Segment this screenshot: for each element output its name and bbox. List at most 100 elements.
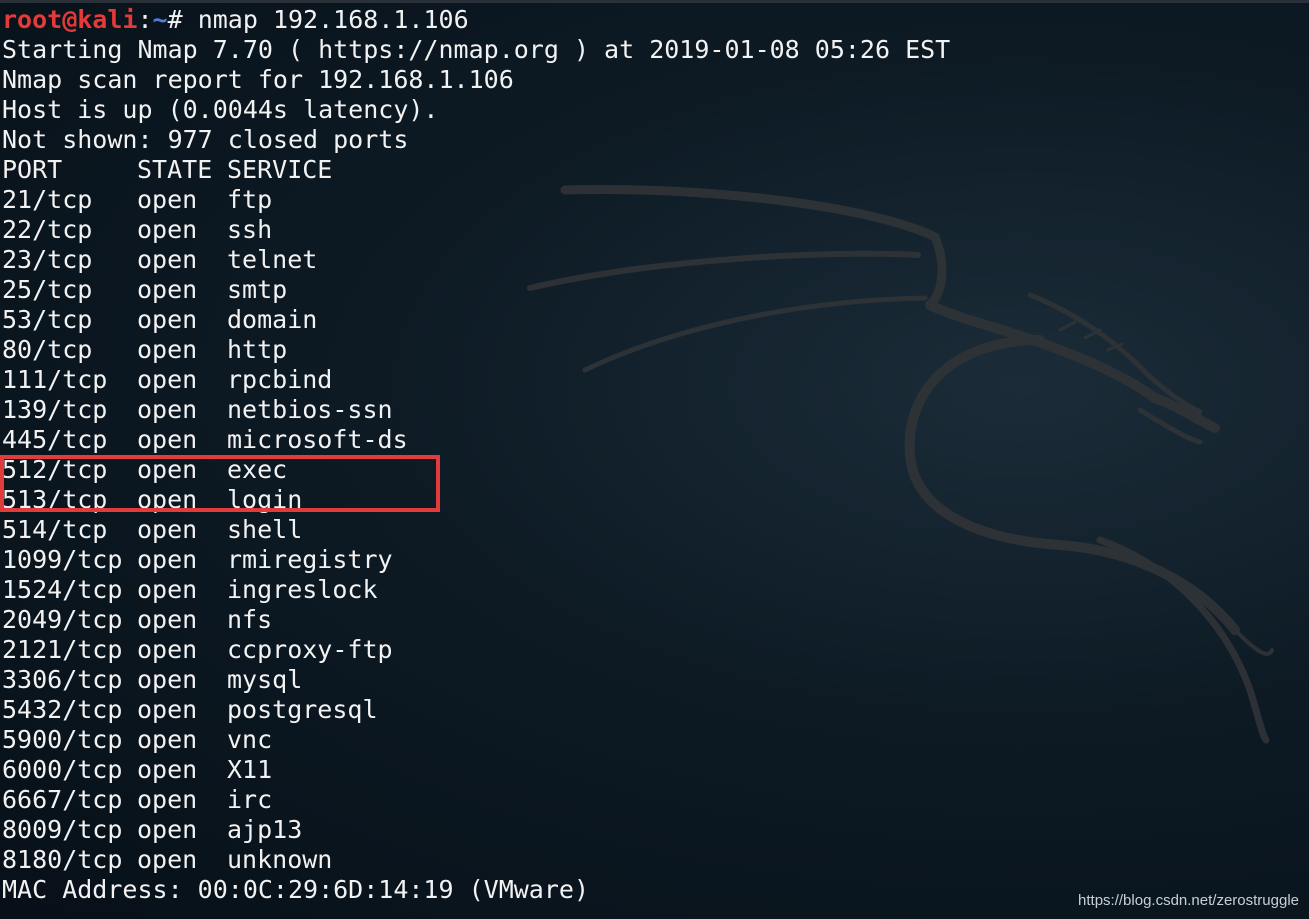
port-state: open <box>137 695 198 724</box>
port-table: 21/tcp open ftp 22/tcp open ssh 23/tcp open teln… <box>2 185 1302 875</box>
port-number: 23/tcp <box>2 245 93 274</box>
output-line-not-shown: Not shown: 977 closed ports <box>2 125 409 154</box>
port-row: 25/tcp open smtp <box>2 275 1302 305</box>
port-service: http <box>227 335 288 364</box>
prompt-path: ~ <box>152 5 168 34</box>
port-state: open <box>137 635 198 664</box>
port-number: 1524/tcp <box>2 575 123 604</box>
port-state: open <box>137 425 198 454</box>
prompt-separator: : <box>137 5 153 34</box>
terminal-window[interactable]: root@kali:~# nmap 192.168.1.106 Starting… <box>0 0 1309 919</box>
watermark-text: https://blog.csdn.net/zerostruggle <box>1078 892 1299 909</box>
port-service: exec <box>227 455 288 484</box>
port-number: 53/tcp <box>2 305 93 334</box>
port-number: 2121/tcp <box>2 635 123 664</box>
port-service: ssh <box>227 215 273 244</box>
port-service: smtp <box>227 275 288 304</box>
port-service: microsoft-ds <box>227 425 408 454</box>
command-line: root@kali:~# nmap 192.168.1.106 <box>2 5 1302 35</box>
port-state: open <box>137 305 198 334</box>
port-number: 6667/tcp <box>2 785 123 814</box>
port-row: 8009/tcp open ajp13 <box>2 815 1302 845</box>
port-number: 3306/tcp <box>2 665 123 694</box>
port-state: open <box>137 245 198 274</box>
header-port: PORT <box>2 155 63 184</box>
port-state: open <box>137 545 198 574</box>
port-service: rmiregistry <box>227 545 393 574</box>
port-state: open <box>137 515 198 544</box>
command-text: nmap 192.168.1.106 <box>197 5 469 34</box>
port-service: login <box>227 485 303 514</box>
port-number: 2049/tcp <box>2 605 123 634</box>
prompt-user-host: root@kali <box>2 5 138 34</box>
port-number: 111/tcp <box>2 365 108 394</box>
output-line-starting: Starting Nmap 7.70 ( https://nmap.org ) … <box>2 35 951 64</box>
prompt-symbol: # <box>167 5 198 34</box>
port-state: open <box>137 395 198 424</box>
port-state: open <box>137 725 198 754</box>
port-number: 80/tcp <box>2 335 93 364</box>
port-state: open <box>137 185 198 214</box>
port-service: vnc <box>227 725 273 754</box>
port-row: 23/tcp open telnet <box>2 245 1302 275</box>
port-service: netbios-ssn <box>227 395 393 424</box>
port-state: open <box>137 665 198 694</box>
port-state: open <box>137 485 198 514</box>
output-line-scan-report: Nmap scan report for 192.168.1.106 <box>2 65 514 94</box>
port-row: 445/tcp open microsoft-ds <box>2 425 1302 455</box>
port-state: open <box>137 365 198 394</box>
port-number: 1099/tcp <box>2 545 123 574</box>
port-row: 8180/tcp open unknown <box>2 845 1302 875</box>
port-state: open <box>137 815 198 844</box>
port-row: 1099/tcp open rmiregistry <box>2 545 1302 575</box>
port-state: open <box>137 335 198 364</box>
port-row: 5900/tcp open vnc <box>2 725 1302 755</box>
port-row: 80/tcp open http <box>2 335 1302 365</box>
port-number: 21/tcp <box>2 185 93 214</box>
port-state: open <box>137 755 198 784</box>
port-service: ingreslock <box>227 575 378 604</box>
port-number: 513/tcp <box>2 485 108 514</box>
port-service: unknown <box>227 845 333 874</box>
port-state: open <box>137 275 198 304</box>
port-number: 22/tcp <box>2 215 93 244</box>
port-number: 6000/tcp <box>2 755 123 784</box>
port-row: 53/tcp open domain <box>2 305 1302 335</box>
port-service: ccproxy-ftp <box>227 635 393 664</box>
port-service: shell <box>227 515 303 544</box>
port-service: ftp <box>227 185 273 214</box>
port-state: open <box>137 455 198 484</box>
port-state: open <box>137 845 198 874</box>
port-row: 139/tcp open netbios-ssn <box>2 395 1302 425</box>
port-row: 1524/tcp open ingreslock <box>2 575 1302 605</box>
port-number: 8009/tcp <box>2 815 123 844</box>
port-service: mysql <box>227 665 303 694</box>
port-number: 8180/tcp <box>2 845 123 874</box>
port-row: 513/tcp open login <box>2 485 1302 515</box>
port-row: 6000/tcp open X11 <box>2 755 1302 785</box>
port-service: postgresql <box>227 695 378 724</box>
port-number: 445/tcp <box>2 425 108 454</box>
port-row: 2121/tcp open ccproxy-ftp <box>2 635 1302 665</box>
port-number: 139/tcp <box>2 395 108 424</box>
port-service: domain <box>227 305 318 334</box>
output-line-host-up: Host is up (0.0044s latency). <box>2 95 439 124</box>
port-row: 514/tcp open shell <box>2 515 1302 545</box>
port-service: rpcbind <box>227 365 333 394</box>
port-number: 514/tcp <box>2 515 108 544</box>
port-service: nfs <box>227 605 273 634</box>
port-row: 2049/tcp open nfs <box>2 605 1302 635</box>
port-service: ajp13 <box>227 815 303 844</box>
port-row: 512/tcp open exec <box>2 455 1302 485</box>
port-row: 21/tcp open ftp <box>2 185 1302 215</box>
header-state: STATE <box>137 155 213 184</box>
port-row: 5432/tcp open postgresql <box>2 695 1302 725</box>
port-service: telnet <box>227 245 318 274</box>
port-service: irc <box>227 785 273 814</box>
port-state: open <box>137 605 198 634</box>
terminal-output: root@kali:~# nmap 192.168.1.106 Starting… <box>2 5 1302 905</box>
port-number: 5432/tcp <box>2 695 123 724</box>
port-service: X11 <box>227 755 273 784</box>
port-number: 25/tcp <box>2 275 93 304</box>
port-row: 22/tcp open ssh <box>2 215 1302 245</box>
